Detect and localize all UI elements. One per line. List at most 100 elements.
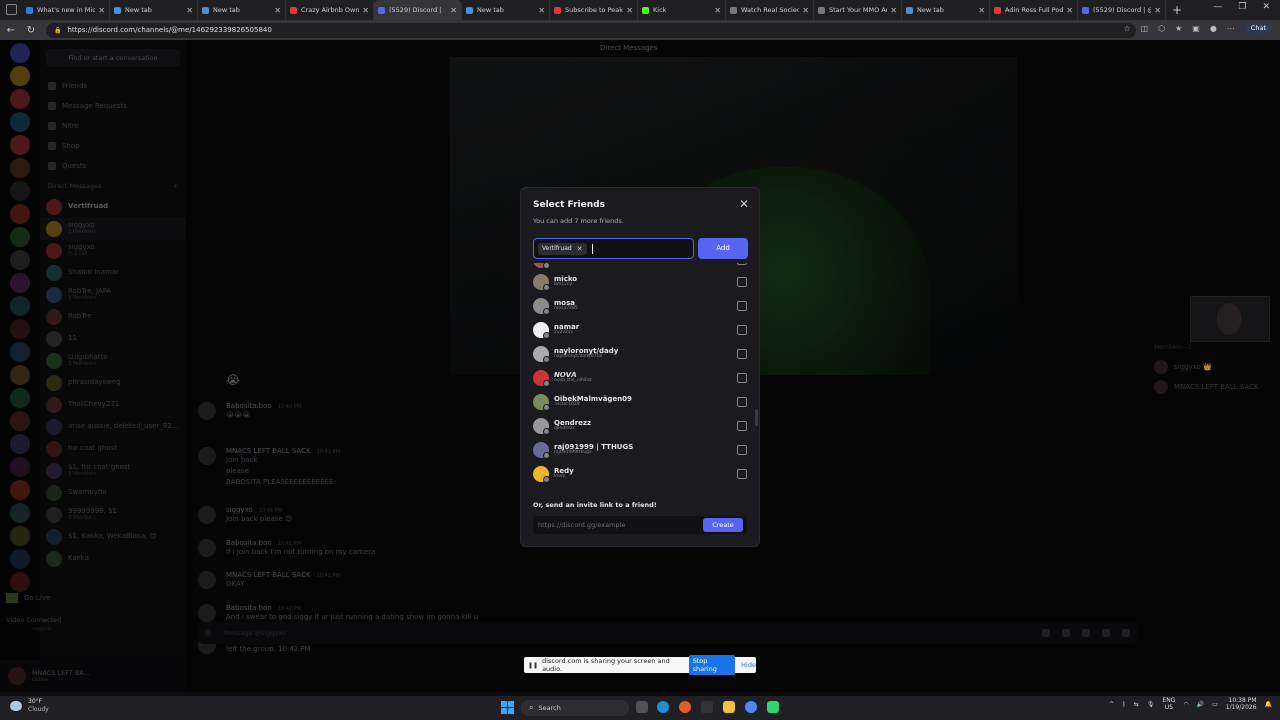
- tab-actions-icon[interactable]: [6, 4, 17, 15]
- browser-tab[interactable]: New tab ✕: [110, 0, 198, 20]
- start-button[interactable]: [501, 701, 514, 714]
- weather-widget[interactable]: 30°F Cloudy: [10, 698, 49, 713]
- copilot-chat-button[interactable]: Chat: [1244, 23, 1272, 33]
- scrollbar[interactable]: [755, 409, 758, 426]
- browser-tab[interactable]: Kick ✕: [638, 0, 726, 20]
- friend-row[interactable]: namar 2v2v2vv: [529, 319, 751, 341]
- tab-label: What's new in Microso: [37, 6, 96, 14]
- remove-chip-icon[interactable]: ✕: [577, 245, 583, 253]
- friend-checkbox[interactable]: [737, 349, 747, 359]
- friend-row[interactable]: micko bm12cy: [529, 271, 751, 293]
- tab-close-icon[interactable]: ✕: [802, 6, 809, 15]
- tab-close-icon[interactable]: ✕: [98, 6, 105, 15]
- volume-icon[interactable]: 🔊: [1197, 701, 1204, 708]
- friend-row[interactable]: sikacz_fin: [529, 263, 751, 271]
- file-explorer-icon[interactable]: [723, 701, 735, 713]
- microphone-icon[interactable]: 🎙: [1147, 701, 1155, 708]
- tab-close-icon[interactable]: ✕: [626, 6, 633, 15]
- notifications-icon[interactable]: 🔔: [1265, 701, 1272, 708]
- site-info-icon[interactable]: 🔒: [54, 27, 61, 34]
- taskbar-search[interactable]: ⌕ Search: [521, 700, 629, 716]
- browser-tab[interactable]: Start Your MMO Adve✕: [814, 0, 902, 20]
- friend-row[interactable]: mosa mosa7285: [529, 295, 751, 317]
- address-bar[interactable]: 🔒 https://discord.com/channels/@me/14629…: [46, 22, 1136, 38]
- friend-row[interactable]: raj091999 | TTHUGS raj091999tthugs: [529, 439, 751, 461]
- tab-label: Kick: [653, 6, 667, 14]
- friend-username: nayloronyt/dady0718: [554, 354, 603, 360]
- friend-row[interactable]: OibekMalmvägen09 .victor1029: [529, 391, 751, 413]
- split-screen-icon[interactable]: ◫: [1141, 24, 1149, 33]
- friend-checkbox[interactable]: [737, 445, 747, 455]
- app-icon[interactable]: [767, 701, 779, 713]
- extensions-icon[interactable]: ⬡: [1158, 24, 1165, 33]
- tab-close-icon[interactable]: ✕: [1066, 6, 1073, 15]
- friend-checkbox[interactable]: [737, 469, 747, 479]
- more-icon[interactable]: ⋯: [1227, 24, 1235, 33]
- invite-link-field[interactable]: https://discord.gg/example Create: [533, 516, 747, 534]
- browser-tab[interactable]: Crazy Airbnb Owner S✕: [286, 0, 374, 20]
- task-view-icon[interactable]: [636, 701, 648, 713]
- hide-button[interactable]: Hide: [741, 661, 756, 669]
- minimize-icon[interactable]: —: [1213, 2, 1222, 12]
- tab-close-icon[interactable]: ✕: [362, 6, 369, 15]
- reload-icon[interactable]: ↻: [26, 25, 36, 36]
- friend-row[interactable]: nayloronyt/dady nayloronyt/dady0718: [529, 343, 751, 365]
- stop-sharing-button[interactable]: Stop sharing: [688, 655, 736, 675]
- browser-tab[interactable]: Watch Real Sociedad✕: [726, 0, 814, 20]
- chrome-icon[interactable]: [745, 701, 757, 713]
- browser-tab[interactable]: New tab ✕: [462, 0, 550, 20]
- network-icon[interactable]: ⇆: [1134, 701, 1139, 708]
- friend-checkbox[interactable]: [737, 263, 747, 265]
- browser-tab[interactable]: New tab ✕: [902, 0, 990, 20]
- favorites-bar-icon[interactable]: ★: [1175, 24, 1182, 33]
- friend-checkbox[interactable]: [737, 373, 747, 383]
- tab-close-icon[interactable]: ✕: [538, 6, 545, 15]
- brave-icon[interactable]: [679, 701, 691, 713]
- browser-tab[interactable]: Subscribe to Peaks100✕: [550, 0, 638, 20]
- terminal-icon[interactable]: [701, 701, 713, 713]
- add-button[interactable]: Add: [698, 238, 748, 259]
- favorite-icon[interactable]: ☆: [1123, 24, 1130, 33]
- battery-icon[interactable]: ▭: [1212, 701, 1218, 708]
- friend-search-input[interactable]: Vertlfruad ✕: [533, 238, 694, 259]
- maximize-icon[interactable]: ❐: [1238, 2, 1246, 12]
- browser-tab[interactable]: What's new in Microso✕: [22, 0, 110, 20]
- window-controls: — ❐ ✕: [1213, 2, 1270, 12]
- browser-tab[interactable]: (5529) Discord | @ ✕: [1078, 0, 1166, 20]
- edge-icon[interactable]: [657, 701, 669, 713]
- friend-username: raj091999tthugs: [554, 450, 592, 456]
- tab-close-icon[interactable]: ✕: [1154, 6, 1161, 15]
- share-status-text: discord.com is sharing your screen and a…: [542, 657, 670, 673]
- tab-close-icon[interactable]: ✕: [186, 6, 193, 15]
- tray-overflow-icon[interactable]: ^: [1109, 701, 1114, 708]
- friend-checkbox[interactable]: [737, 421, 747, 431]
- browser-tab[interactable]: (5529) Discord | ✕: [374, 0, 462, 20]
- friend-row[interactable]: Qendrezz qendrezz: [529, 415, 751, 437]
- friend-checkbox[interactable]: [737, 301, 747, 311]
- tab-close-icon[interactable]: ✕: [714, 6, 721, 15]
- collections-icon[interactable]: ▣: [1192, 24, 1200, 33]
- friend-checkbox[interactable]: [737, 277, 747, 287]
- friend-row[interactable]: 𝙉𝙊𝙑𝘼 nova_the_nihilist: [529, 367, 751, 389]
- friend-row[interactable]: Redy lredy: [529, 463, 751, 485]
- language-indicator[interactable]: ENG US: [1162, 697, 1175, 711]
- new-tab-button[interactable]: +: [1172, 3, 1182, 17]
- profile-icon[interactable]: ●: [1210, 24, 1217, 33]
- tab-close-icon[interactable]: ✕: [978, 6, 985, 15]
- friend-checkbox[interactable]: [737, 397, 747, 407]
- create-invite-button[interactable]: Create: [703, 518, 743, 532]
- avatar: [533, 394, 550, 411]
- tab-close-icon[interactable]: ✕: [450, 6, 457, 15]
- tab-close-icon[interactable]: ✕: [890, 6, 897, 15]
- clock[interactable]: 10:38 PM 1/19/2026: [1226, 697, 1257, 711]
- friend-checkbox[interactable]: [737, 325, 747, 335]
- tab-close-icon[interactable]: ✕: [274, 6, 281, 15]
- wifi-icon[interactable]: ◠: [1183, 701, 1188, 708]
- browser-tab[interactable]: Adin Ross Full Podcast✕: [990, 0, 1078, 20]
- close-icon[interactable]: ✕: [739, 197, 749, 211]
- bluetooth-icon[interactable]: ᛒ: [1122, 701, 1126, 708]
- tab-favicon-icon: [202, 6, 209, 14]
- back-icon[interactable]: ←: [6, 25, 16, 36]
- close-window-icon[interactable]: ✕: [1262, 2, 1270, 12]
- browser-tab[interactable]: New tab ✕: [198, 0, 286, 20]
